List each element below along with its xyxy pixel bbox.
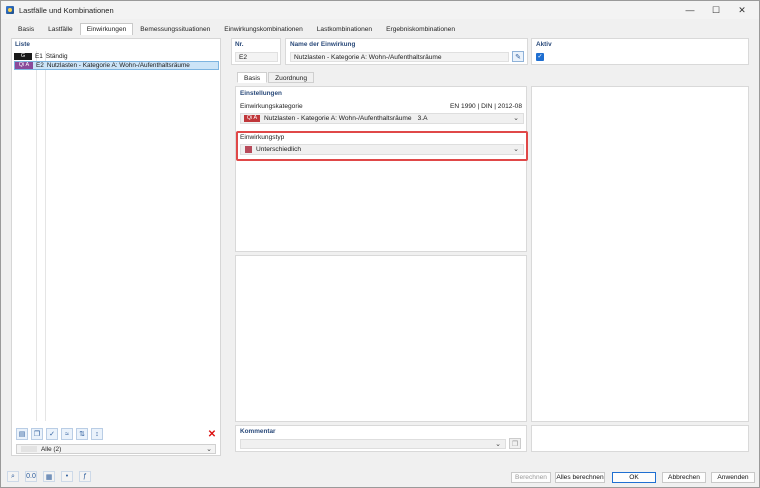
aktiv-box: Aktiv ✓: [531, 38, 749, 65]
filter-value: Alle (2): [41, 445, 62, 453]
chevron-down-icon: ⌄: [206, 446, 212, 453]
lower-box: [235, 255, 527, 422]
comment-label: Kommentar: [240, 428, 276, 435]
script-icon[interactable]: ƒ: [79, 471, 91, 482]
close-button[interactable]: ✕: [729, 1, 755, 19]
delete-icon[interactable]: ✕: [206, 428, 218, 440]
tab-lastfaelle[interactable]: Lastfälle: [41, 23, 80, 35]
category-badge: Qi A: [244, 115, 260, 122]
alles-berechnen-button[interactable]: Alles berechnen: [555, 472, 605, 483]
subtab-zuordnung[interactable]: Zuordnung: [268, 72, 315, 83]
check-all-icon[interactable]: ✓: [46, 428, 58, 440]
tab-ergebniskombinationen[interactable]: Ergebniskombinationen: [379, 23, 462, 35]
nr-field[interactable]: E2: [235, 52, 278, 62]
tab-einwirkungen[interactable]: Einwirkungen: [79, 23, 134, 35]
chevron-down-icon: ⌄: [495, 441, 501, 448]
subtab-basis[interactable]: Basis: [237, 72, 268, 83]
comment-box: Kommentar ⌄ ❐: [235, 425, 527, 452]
app-icon: [6, 6, 14, 14]
category-select[interactable]: Qi A Nutzlasten - Kategorie A: Wohn-/Auf…: [240, 113, 524, 124]
right-panel: [531, 86, 749, 422]
footer-toolbar: ⌕ 0.0 ▦ • ƒ: [7, 471, 91, 482]
name-label: Name der Einwirkung: [290, 41, 356, 48]
tab-einwirkungskombinationen[interactable]: Einwirkungskombinationen: [217, 23, 309, 35]
name-field[interactable]: Nutzlasten - Kategorie A: Wohn-/Aufentha…: [290, 52, 509, 62]
norm-label: EN 1990 | DIN | 2012-08: [450, 103, 522, 110]
nr-label: Nr.: [235, 41, 244, 48]
abbrechen-button[interactable]: Abbrechen: [662, 472, 706, 483]
uncheck-all-icon[interactable]: ≈: [61, 428, 73, 440]
anwenden-button[interactable]: Anwenden: [711, 472, 755, 483]
berechnen-button[interactable]: Berechnen: [511, 472, 551, 483]
category-badge: Qi A: [15, 62, 33, 69]
list-toolbar: ▤ ❐ ✓ ≈ ⇅ ↕ ✕: [16, 428, 216, 440]
settings-box: Einstellungen Einwirkungskategorie EN 19…: [235, 86, 527, 252]
aktiv-label: Aktiv: [536, 41, 552, 48]
renumber-icon[interactable]: ⇅: [76, 428, 88, 440]
chevron-down-icon: ⌄: [513, 115, 519, 122]
category-code: 3.A: [417, 115, 428, 122]
list-item[interactable]: G E1 Ständig: [14, 52, 219, 61]
highlight-frame: [236, 131, 528, 161]
action-name: Nutzlasten - Kategorie A: Wohn-/Aufentha…: [46, 62, 190, 69]
category-badge: G: [14, 53, 32, 60]
comment-library-icon[interactable]: ❐: [509, 438, 521, 449]
list-item-selected[interactable]: Qi A E2 Nutzlasten - Kategorie A: Wohn-/…: [14, 61, 219, 70]
new-item-icon[interactable]: ▤: [16, 428, 28, 440]
action-code: E1: [35, 53, 43, 60]
window-controls: — ☐ ✕: [677, 1, 755, 19]
main-tabs: Basis Lastfälle Einwirkungen Bemessungss…: [11, 23, 462, 35]
action-name: Ständig: [45, 53, 68, 60]
search-icon[interactable]: ⌕: [7, 471, 19, 482]
action-code: E2: [36, 62, 44, 69]
comment-field[interactable]: ⌄: [240, 439, 506, 449]
copy-item-icon[interactable]: ❐: [31, 428, 43, 440]
window-title: Lastfälle und Kombinationen: [19, 5, 114, 15]
tab-bemessungssituationen[interactable]: Bemessungssituationen: [133, 23, 217, 35]
edit-icon[interactable]: ✎: [512, 51, 524, 62]
action-list: G E1 Ständig Qi A E2 Nutzlasten - Katego…: [14, 51, 219, 421]
category-value: Nutzlasten - Kategorie A: Wohn-/Aufentha…: [264, 115, 412, 122]
maximize-button[interactable]: ☐: [703, 1, 729, 19]
comment-side-box: [531, 425, 749, 452]
dialog-window: Lastfälle und Kombinationen — ☐ ✕ Basis …: [0, 0, 760, 488]
sort-icon[interactable]: ↕: [91, 428, 103, 440]
nr-box: Nr. E2: [231, 38, 281, 65]
settings-label: Einstellungen: [240, 90, 282, 97]
title-bar: Lastfälle und Kombinationen — ☐ ✕: [1, 1, 759, 19]
tab-basis[interactable]: Basis: [11, 23, 41, 35]
list-label: Liste: [15, 41, 30, 48]
dot-icon[interactable]: •: [61, 471, 73, 482]
aktiv-checkbox[interactable]: ✓: [536, 53, 544, 61]
filter-select[interactable]: Alle (2) ⌄: [16, 444, 216, 454]
value-icon[interactable]: 0.0: [25, 471, 37, 482]
table-icon[interactable]: ▦: [43, 471, 55, 482]
tab-lastkombinationen[interactable]: Lastkombinationen: [310, 23, 379, 35]
minimize-button[interactable]: —: [677, 1, 703, 19]
sub-tabs: Basis Zuordnung: [237, 72, 315, 83]
name-box: Name der Einwirkung Nutzlasten - Kategor…: [285, 38, 528, 65]
filter-swatch: [21, 446, 37, 452]
category-label: Einwirkungskategorie: [240, 103, 303, 110]
list-panel: Liste G E1 Ständig Qi A E2 Nutzlasten - …: [11, 38, 221, 456]
ok-button[interactable]: OK: [612, 472, 656, 483]
